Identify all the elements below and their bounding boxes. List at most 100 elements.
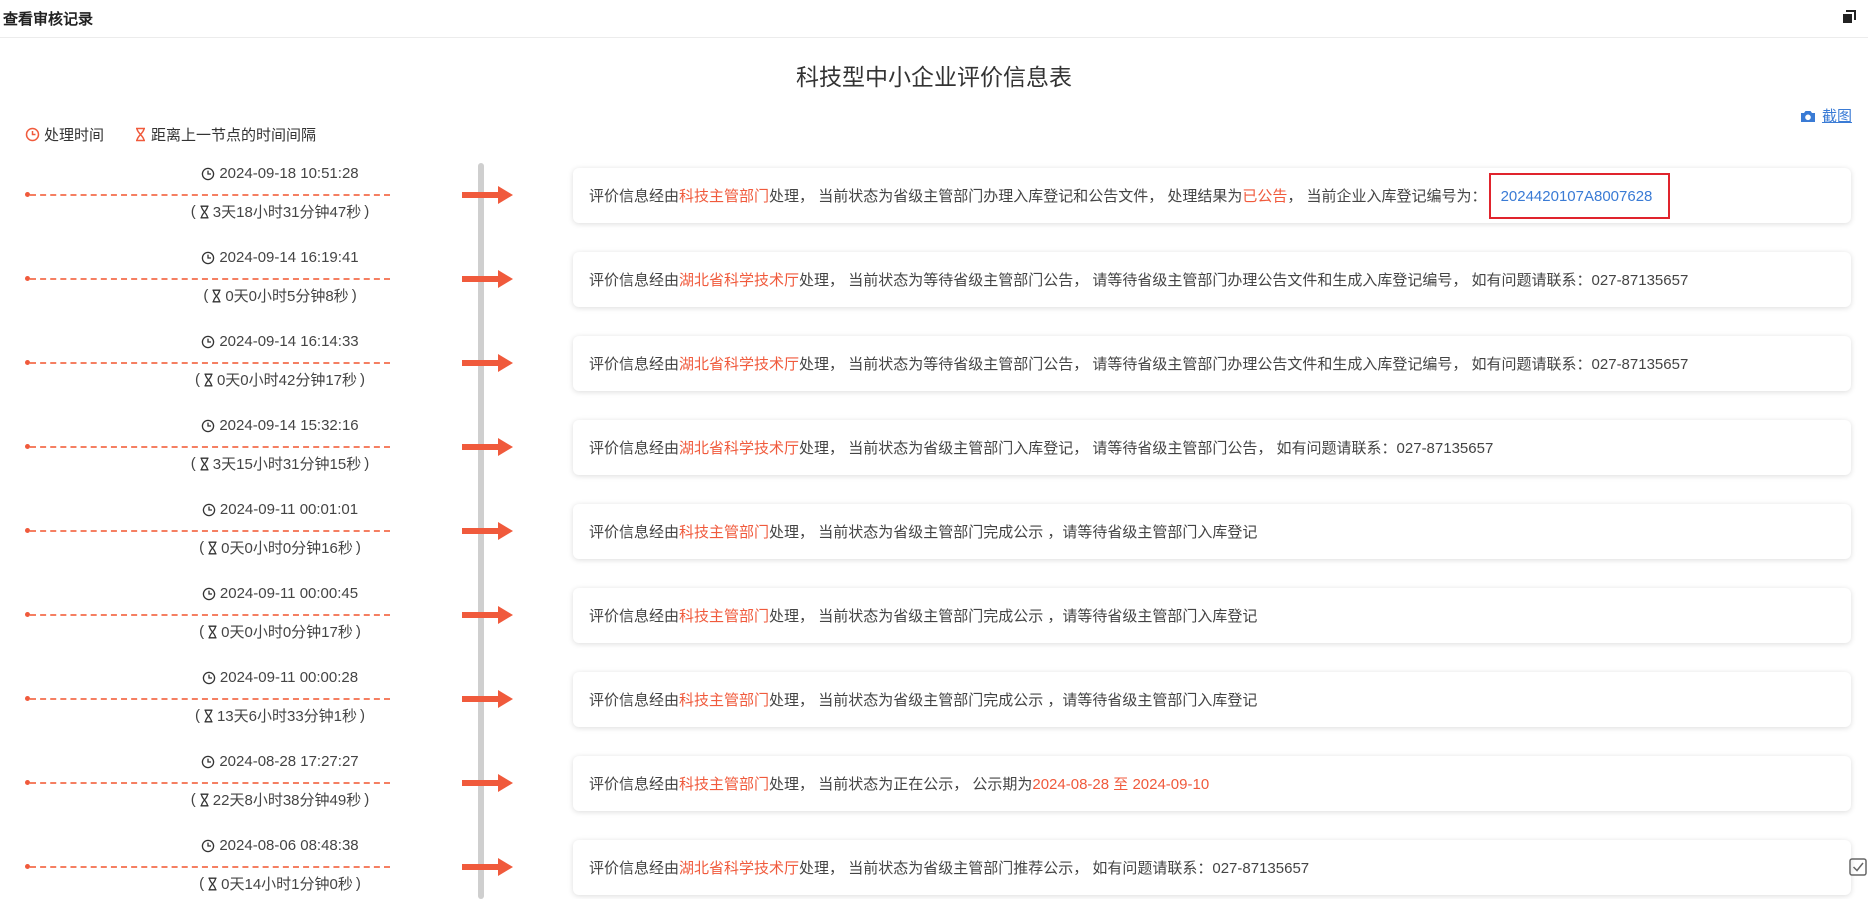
clock-icon bbox=[202, 335, 215, 348]
clock-icon bbox=[202, 167, 215, 180]
legend-process-time-label: 处理时间 bbox=[44, 127, 105, 144]
process-time: 2024-09-11 00:00:28 bbox=[105, 669, 455, 686]
hourglass-icon bbox=[212, 289, 221, 302]
interval-text: 0天0小时0分钟16秒 bbox=[221, 540, 353, 557]
camera-icon bbox=[1800, 110, 1815, 122]
arrow-right-icon bbox=[462, 606, 513, 624]
record-prefix: 评价信息经由 bbox=[589, 860, 680, 877]
clock-icon bbox=[202, 839, 215, 852]
record-card: 评价信息经由 湖北省科学技术厅 处理， 当前状态为省级主管部门入库登记， 请等待省级… bbox=[573, 420, 1851, 475]
record-text: 处理， 当前状态为省级主管部门完成公示 ，请等待省级主管部门入库登记 bbox=[769, 692, 1258, 709]
timeline-entry: 2024-09-11 00:01:01 (0天0小时0分钟16秒) 评价信息经由 科技… bbox=[0, 501, 1868, 585]
record-prefix: 评价信息经由 bbox=[589, 272, 680, 289]
record-card: 评价信息经由 湖北省科学技术厅 处理， 当前状态为等待省级主管部门公告， 请等待省级… bbox=[573, 336, 1851, 391]
time-interval: (22天8小时38分钟49秒) bbox=[190, 791, 370, 809]
dashed-connector bbox=[30, 698, 390, 700]
record-prefix: 评价信息经由 bbox=[589, 608, 680, 625]
process-time-text: 2024-09-18 10:51:28 bbox=[219, 165, 359, 182]
record-card: 评价信息经由 湖北省科学技术厅 处理， 当前状态为省级主管部门推荐公示， 如有问题请… bbox=[573, 840, 1851, 895]
process-time-text: 2024-08-06 08:48:38 bbox=[219, 837, 359, 854]
process-time-text: 2024-09-14 15:32:16 bbox=[219, 417, 359, 434]
interval-text: 0天0小时0分钟17秒 bbox=[221, 624, 353, 641]
legend-process-time: 处理时间 bbox=[25, 124, 104, 145]
time-interval: (0天0小时42分钟17秒) bbox=[194, 371, 366, 389]
arrow-right-icon bbox=[462, 354, 513, 372]
hourglass-icon bbox=[200, 793, 209, 806]
record-prefix: 评价信息经由 bbox=[589, 440, 680, 457]
clock-icon bbox=[202, 755, 215, 768]
arrow-right-icon bbox=[462, 270, 513, 288]
hourglass-icon bbox=[200, 457, 209, 470]
time-interval: (0天0小时5分钟8秒) bbox=[203, 287, 357, 305]
interval-text: 3天18小时31分钟47秒 bbox=[212, 204, 362, 221]
arrow-right-icon bbox=[462, 438, 513, 456]
clock-icon bbox=[202, 587, 216, 600]
record-text: 处理， 当前状态为省级主管部门完成公示 ，请等待省级主管部门入库登记 bbox=[769, 608, 1258, 625]
timeline-entry: 2024-09-14 16:19:41 (0天0小时5分钟8秒) 评价信息经由 湖北省… bbox=[0, 249, 1868, 333]
screenshot-label: 截图 bbox=[1821, 108, 1852, 125]
record-card: 评价信息经由 科技主管部门 处理， 当前状态为省级主管部门完成公示 ，请等待省级主管… bbox=[573, 504, 1851, 559]
process-time: 2024-09-14 16:14:33 bbox=[105, 333, 455, 350]
clock-icon bbox=[202, 419, 215, 432]
dashed-connector bbox=[30, 362, 390, 364]
arrow-right-icon bbox=[462, 774, 513, 792]
arrow-right-icon bbox=[462, 186, 513, 204]
result-text: 已公告 bbox=[1242, 188, 1288, 205]
arrow-right-icon bbox=[462, 690, 513, 708]
process-time-text: 2024-09-11 00:01:01 bbox=[219, 501, 359, 518]
process-time: 2024-09-11 00:01:01 bbox=[105, 501, 455, 518]
record-text: 处理， 当前状态为省级主管部门推荐公示， 如有问题请联系：027-8713565… bbox=[799, 860, 1310, 877]
registration-code[interactable]: 2024420107A8007628 bbox=[1488, 172, 1671, 219]
time-interval: (13天6小时33分钟1秒) bbox=[194, 707, 366, 725]
time-interval: (0天14小时1分钟0秒) bbox=[199, 875, 361, 893]
process-time-text: 2024-08-28 17:27:27 bbox=[219, 753, 359, 770]
time-interval: (3天18小时31分钟47秒) bbox=[190, 203, 370, 221]
legend-interval: 距离上一节点的时间间隔 bbox=[134, 124, 316, 145]
time-interval: (0天0小时0分钟17秒) bbox=[199, 623, 361, 641]
maximize-icon[interactable] bbox=[1842, 10, 1856, 24]
clock-icon bbox=[25, 127, 40, 142]
window-title: 查看审核记录 bbox=[3, 11, 94, 28]
department-name: 科技主管部门 bbox=[679, 188, 770, 205]
record-card: 评价信息经由 科技主管部门 处理， 当前状态为省级主管部门办理入库登记和公告文件， … bbox=[573, 168, 1851, 223]
department-name: 科技主管部门 bbox=[679, 608, 770, 625]
corner-tools bbox=[1848, 857, 1868, 877]
dashed-connector bbox=[30, 194, 390, 196]
process-time-text: 2024-09-11 00:00:28 bbox=[219, 669, 359, 686]
interval-text: 13天6小时33分钟1秒 bbox=[216, 708, 358, 725]
department-name: 科技主管部门 bbox=[679, 776, 770, 793]
screenshot-button[interactable]: 截图 bbox=[1800, 105, 1852, 126]
process-time-text: 2024-09-14 16:14:33 bbox=[219, 333, 359, 350]
interval-text: 0天0小时5分钟8秒 bbox=[225, 288, 349, 305]
checkbox-icon[interactable] bbox=[1848, 857, 1868, 877]
process-time-text: 2024-09-11 00:00:45 bbox=[219, 585, 359, 602]
dashed-connector bbox=[30, 530, 390, 532]
hourglass-icon bbox=[208, 625, 217, 638]
record-card: 评价信息经由 科技主管部门 处理， 当前状态为正在公示， 公示期为 2024-08-2… bbox=[573, 756, 1851, 811]
interval-text: 0天14小时1分钟0秒 bbox=[221, 876, 353, 893]
hourglass-icon bbox=[204, 373, 213, 386]
hourglass-icon bbox=[208, 877, 217, 890]
dashed-connector bbox=[30, 782, 390, 784]
hourglass-icon bbox=[200, 205, 209, 218]
interval-text: 22天8小时38分钟49秒 bbox=[212, 792, 362, 809]
department-name: 湖北省科学技术厅 bbox=[679, 860, 800, 877]
record-prefix: 评价信息经由 bbox=[589, 692, 680, 709]
legend: 处理时间 距离上一节点的时间间隔 bbox=[25, 124, 316, 145]
department-name: 湖北省科学技术厅 bbox=[679, 356, 800, 373]
title-bar: 查看审核记录 bbox=[0, 0, 1868, 38]
time-interval: (3天15小时31分钟15秒) bbox=[190, 455, 370, 473]
process-time: 2024-09-18 10:51:28 bbox=[105, 165, 455, 182]
timeline-entry: 2024-09-11 00:00:28 (13天6小时33分钟1秒) 评价信息经由科… bbox=[0, 669, 1868, 753]
record-text: 处理， 当前状态为省级主管部门入库登记， 请等待省级主管部门公告， 如有问题请联… bbox=[799, 440, 1494, 457]
publicity-period: 2024-08-28 至 2024-09-10 bbox=[1032, 776, 1210, 793]
record-text: 处理， 当前状态为正在公示， 公示期为 bbox=[769, 776, 1033, 793]
record-prefix: 评价信息经由 bbox=[589, 776, 680, 793]
timeline-entry: 2024-08-28 17:27:27 (22天8小时38分钟49秒) 评价信息经由… bbox=[0, 753, 1868, 837]
dashed-connector bbox=[30, 446, 390, 448]
record-prefix: 评价信息经由 bbox=[589, 188, 680, 205]
page-title: 科技型中小企业评价信息表 bbox=[796, 64, 1072, 90]
record-text: 处理， 当前状态为等待省级主管部门公告， 请等待省级主管部门办理公告文件和生成入… bbox=[799, 272, 1689, 289]
hourglass-icon bbox=[204, 709, 213, 722]
process-time-text: 2024-09-14 16:19:41 bbox=[219, 249, 359, 266]
